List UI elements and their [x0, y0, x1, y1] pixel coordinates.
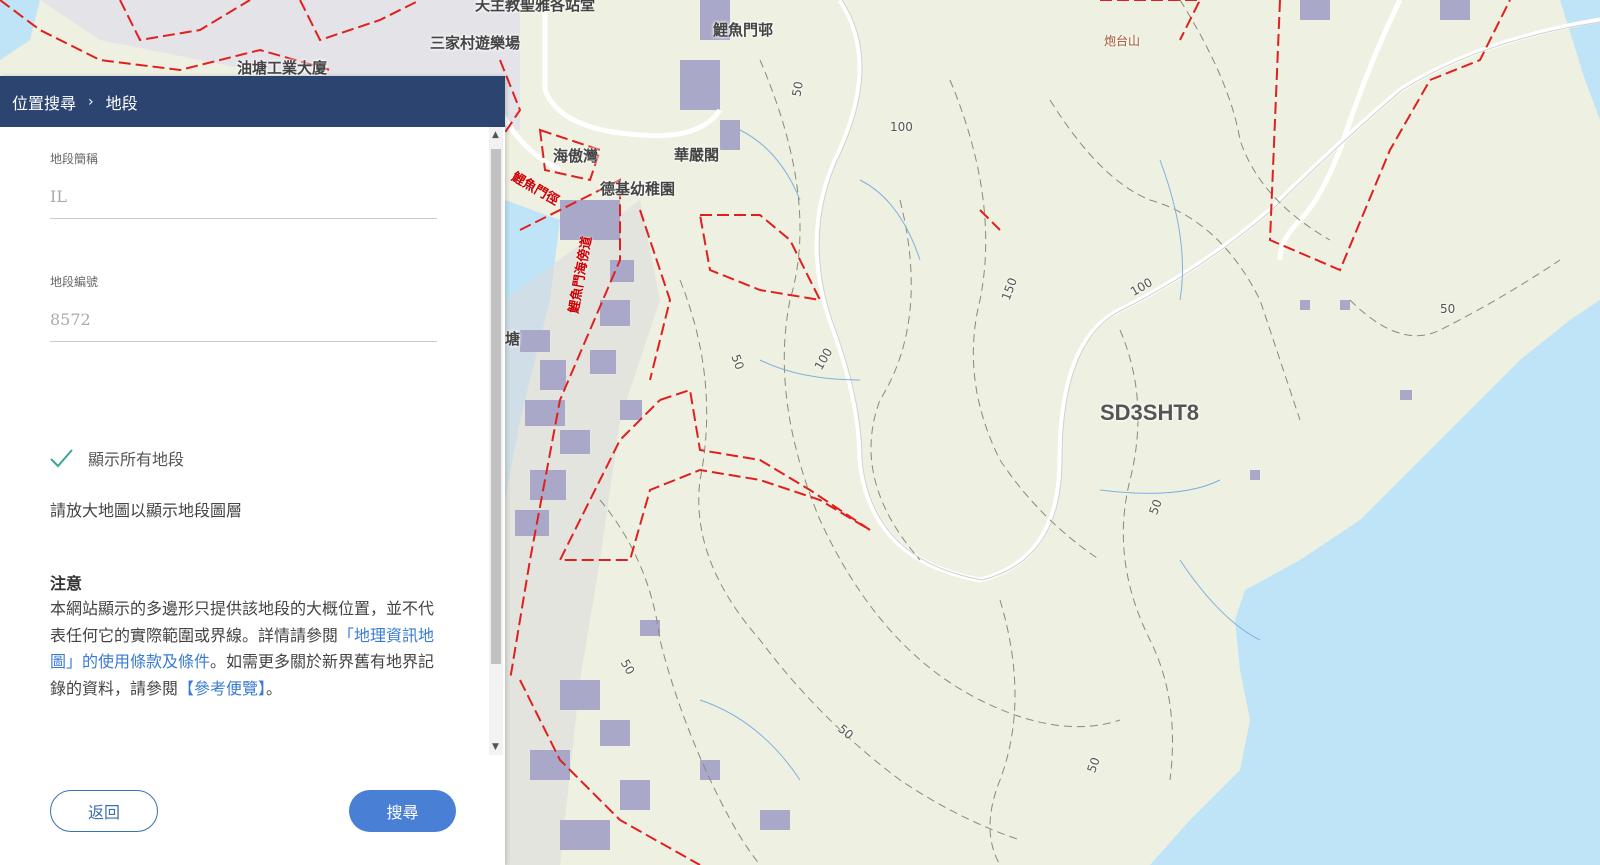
show-all-lots-label: 顯示所有地段: [88, 450, 185, 469]
map-label-contour: 50: [789, 80, 806, 98]
breadcrumb-chevron-icon: ›: [88, 93, 94, 110]
lot-search-panel: 位置搜尋 › 地段 地段簡稱 IL 地段編號 8572 顯示所有地段 請放大地圖…: [0, 76, 505, 865]
map-label-place: 鯉魚門邨: [713, 21, 774, 39]
lot-number-field[interactable]: 地段編號 8572: [50, 273, 437, 342]
show-all-lots-checkbox[interactable]: 顯示所有地段: [48, 445, 184, 471]
map-label-place: 塘: [505, 330, 521, 348]
lot-short-label: 地段簡稱: [50, 152, 99, 166]
scroll-down-arrow-icon[interactable]: ▼: [492, 742, 499, 752]
scrollbar-thumb[interactable]: [491, 149, 501, 664]
map-label-place: 華嚴閣: [674, 146, 720, 164]
map-label-place: 德基幼稚園: [600, 180, 676, 198]
sea-left-top: [0, 0, 40, 60]
map-label-place: 天主教聖雅各站堂: [475, 0, 596, 14]
streams: [699, 129, 1261, 781]
map-label-place: 海傲灣: [553, 147, 599, 165]
back-button[interactable]: 返回: [50, 790, 158, 832]
notice-title: 注意: [50, 574, 83, 593]
lot-short-input[interactable]: IL: [50, 187, 437, 219]
map-label-place: 油塘工業大廈: [237, 59, 328, 77]
sea-top-right: [1560, 0, 1600, 120]
reference-guide-link[interactable]: 【參考便覽】: [178, 679, 266, 698]
map-label-place: 三家村遊樂場: [430, 34, 521, 52]
panel-body: 地段簡稱 IL 地段編號 8572 顯示所有地段 請放大地圖以顯示地段圖層 注意…: [0, 127, 490, 755]
map-label-contour: 50: [1440, 302, 1456, 316]
panel-header: 位置搜尋 › 地段: [0, 76, 505, 127]
checkmark-icon: [50, 449, 73, 468]
lot-short-field[interactable]: 地段簡稱 IL: [50, 150, 437, 219]
sea-right: [1150, 0, 1600, 865]
lot-number-label: 地段編號: [50, 275, 99, 289]
map-label-contour: 100: [890, 120, 913, 134]
scroll-up-arrow-icon[interactable]: ▲: [492, 130, 499, 140]
panel-scrollbar[interactable]: ▲ ▼: [489, 127, 503, 755]
breadcrumb-location-search[interactable]: 位置搜尋: [12, 90, 76, 114]
map-label-peak: 炮台山: [1104, 34, 1141, 48]
breadcrumb-current: 地段: [105, 93, 138, 113]
notice-text-part: 。: [266, 678, 283, 698]
zoom-hint-text: 請放大地圖以顯示地段圖層: [50, 501, 243, 520]
map-label-lot-code: SD3SHT8: [1100, 400, 1200, 425]
search-button[interactable]: 搜尋: [349, 790, 456, 832]
lot-number-input[interactable]: 8572: [50, 310, 437, 342]
notice-text: 本網站顯示的多邊形只提供該地段的大概位置，並不代表任何它的實際範圍或界線。詳情請…: [50, 596, 435, 702]
